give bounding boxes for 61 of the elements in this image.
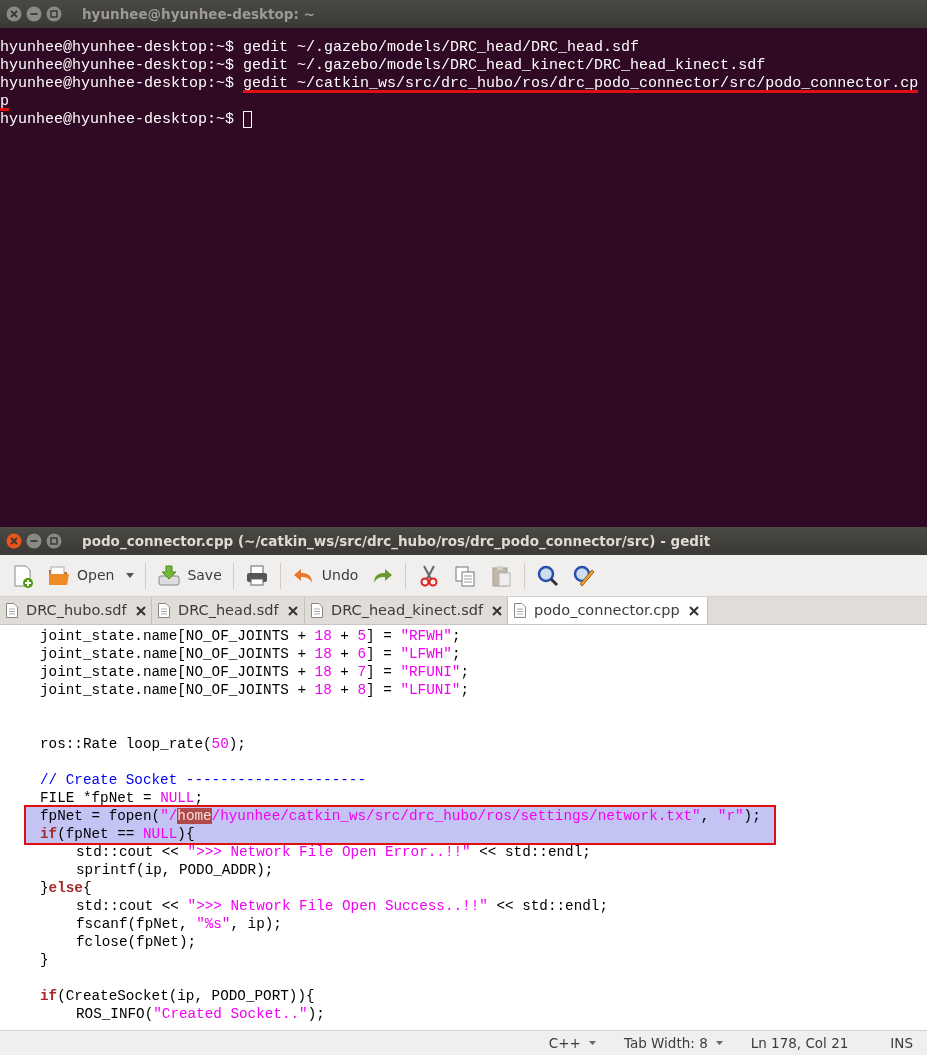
code-line: std::cout << ">>> Network File Open Success..!!" << std::endl; [75,897,609,915]
document-icon [6,603,18,618]
terminal-prompt: hyunhee@hyunhee-desktop:~$ [0,111,235,129]
status-text: INS [890,1033,913,1053]
terminal-prompt: hyunhee@hyunhee-desktop:~$ [0,39,235,57]
terminal-command: gedit ~/.gazebo/models/DRC_head/DRC_head.sdf [243,39,640,57]
window-title: hyunhee@hyunhee-desktop: ~ [82,4,315,24]
maximize-icon[interactable] [46,6,62,22]
code-line: } [39,951,50,969]
save-button[interactable]: Save [152,559,227,592]
close-icon[interactable] [491,604,503,617]
code-line: FILE *fpNet = NULL; [39,789,205,807]
clipboard-icon [489,563,514,588]
terminal-command: gedit ~/.gazebo/models/DRC_head_kinect/DRC_head_kinect.sdf [243,57,766,75]
status-text: Ln 178, Col 21 [750,1033,849,1053]
magnifier-pencil-icon [572,563,597,588]
caret-icon [126,573,135,578]
code-line: fscanf(fpNet, "%s", ip); [75,915,283,933]
close-icon[interactable] [687,604,700,617]
terminal-command: gedit ~/catkin_ws/src/drc_hubo/ros/drc_podo_connector/src/podo_connector.cp [243,75,919,93]
open-button[interactable]: Open [42,559,120,592]
tab-label: DRC_hubo.sdf [26,600,127,620]
caret-icon [715,1041,723,1045]
code-line: fclose(fpNet); [75,933,198,951]
code-line: sprintf(ip, PODO_ADDR); [75,861,275,879]
folder-icon [47,563,71,588]
code-line: ros::Rate loop_rate(50); [39,735,247,753]
file-tab[interactable]: podo_connector.cpp [508,597,708,624]
code-line: // Create Socket --------------------- [39,771,368,789]
status-dropdown[interactable]: C++ [548,1032,596,1054]
download-icon [157,563,182,588]
code-line: std::cout << ">>> Network File Open Error..!!" << std::endl; [75,843,592,861]
magnifier-icon [536,563,561,588]
undo-button[interactable]: Undo [286,559,364,592]
close-icon[interactable] [134,604,147,617]
code-line: joint_state.name[NO_OF_JOINTS + 18 + 6] = "LFWH"; [39,645,462,663]
code-line: joint_state.name[NO_OF_JOINTS + 18 + 8] = "LFUNI"; [39,681,471,699]
document-icon [311,603,323,618]
code-line: ROS_INFO("Created Socket.."); [75,1005,326,1023]
status-dropdown[interactable]: Tab Width: 8 [623,1032,723,1054]
close-icon[interactable] [286,604,299,617]
terminal-command: p [0,93,9,111]
window-title: podo_connector.cpp (~/catkin_ws/src/drc_hubo/ros/drc_podo_connector/src) - gedit [82,531,711,552]
document-icon [158,603,170,618]
maximize-icon[interactable] [46,533,62,549]
terminal-prompt: hyunhee@hyunhee-desktop:~$ [0,75,235,93]
terminal-prompt: hyunhee@hyunhee-desktop:~$ [0,57,235,75]
copy-icon [453,563,478,588]
tab-label: podo_connector.cpp [534,600,680,620]
tab-label: DRC_head.sdf [178,600,279,620]
caret-icon [588,1041,596,1045]
code-line: if(CreateSocket(ip, PODO_PORT)){ [39,987,316,1005]
code-line: joint_state.name[NO_OF_JOINTS + 18 + 7] = "RFUNI"; [39,663,471,681]
code-line: }else{ [39,879,93,897]
code-line: joint_state.name[NO_OF_JOINTS + 18 + 5] = "RFWH"; [39,627,462,645]
minimize-icon[interactable] [26,533,42,549]
minimize-icon[interactable] [26,6,42,22]
document-icon [514,603,526,618]
printer-icon [244,563,269,588]
tab-label: DRC_head_kinect.sdf [331,600,483,620]
new-document-icon [11,563,35,588]
